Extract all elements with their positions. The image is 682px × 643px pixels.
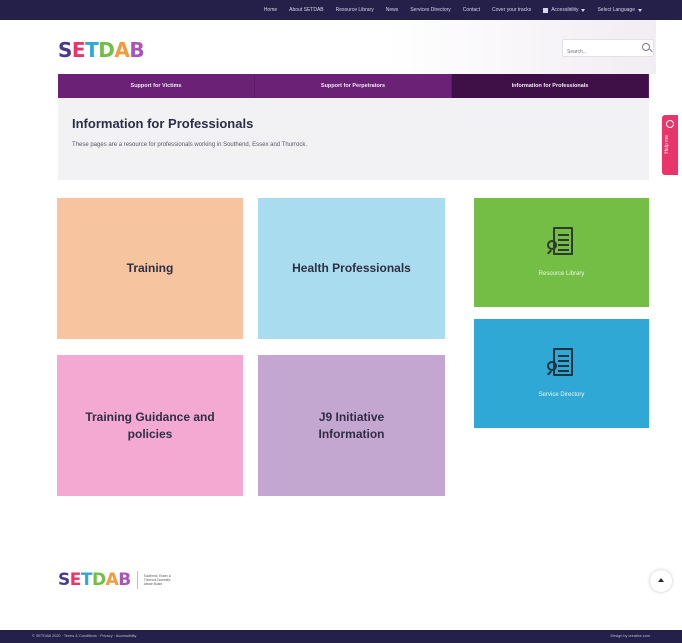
back-to-top-button[interactable] xyxy=(650,570,672,592)
language-select[interactable]: Select Language xyxy=(597,7,642,13)
site-header: SETDAB xyxy=(58,20,656,74)
logo-letter-e: E xyxy=(69,570,82,590)
top-nav: Home About SETDAB Resource Library News … xyxy=(264,0,642,20)
search-input[interactable] xyxy=(563,44,633,60)
training-tile-label: Training xyxy=(126,261,174,276)
top-utility-bar: Home About SETDAB Resource Library News … xyxy=(0,0,682,20)
accessibility-menu[interactable]: Accessibility xyxy=(543,7,586,13)
top-nav-about[interactable]: About SETDAB xyxy=(289,7,323,13)
help-icon xyxy=(666,120,674,128)
logo-letter-d: D xyxy=(91,570,106,590)
copyright-text: © SETDAB 2020 · Terms & Conditions · Pri… xyxy=(32,634,137,638)
tab-support-for-perpetrators[interactable]: Support for Perpetrators xyxy=(255,74,452,98)
training-guidance-tile[interactable]: Training Guidance and policies xyxy=(57,355,243,496)
search-icon[interactable] xyxy=(642,43,650,51)
top-nav-home[interactable]: Home xyxy=(264,7,277,13)
tab-information-for-professionals[interactable]: Information for Professionals xyxy=(452,74,649,98)
logo-letter-a: A xyxy=(105,570,119,590)
page-description: These pages are a resource for professio… xyxy=(72,142,308,148)
health-professionals-tile[interactable]: Health Professionals xyxy=(258,198,445,339)
arrow-up-icon xyxy=(658,578,664,582)
logo-letter-s: S xyxy=(58,38,72,62)
bottom-bar: © SETDAB 2020 · Terms & Conditions · Pri… xyxy=(0,630,682,643)
search-box xyxy=(562,39,654,60)
main-tabs: Support for Victims Support for Perpetra… xyxy=(58,74,649,98)
footer-setdab-logo: SETDAB xyxy=(58,570,131,590)
service-directory-tile[interactable]: Service Directory xyxy=(474,319,649,428)
footer-logo[interactable]: SETDAB Southend, Essex & Thurrock Domest… xyxy=(58,570,174,590)
accessibility-label: Accessibility xyxy=(551,7,579,13)
help-me-tab[interactable]: Help me xyxy=(662,115,678,175)
top-nav-news[interactable]: News xyxy=(386,7,399,13)
design-credit[interactable]: Design by creative.com xyxy=(611,634,650,638)
logo-letter-t: T xyxy=(80,570,93,590)
training-tile[interactable]: Training xyxy=(57,198,243,339)
logo-letter-t: T xyxy=(85,38,99,62)
footer-logo-subtitle: Southend, Essex & Thurrock Domestic Abus… xyxy=(143,573,171,587)
help-me-label: Help me xyxy=(664,135,670,154)
top-nav-services-directory[interactable]: Services Directory xyxy=(410,7,451,13)
j9-initiative-tile[interactable]: J9 Initiative Information xyxy=(258,355,445,496)
chevron-down-icon xyxy=(581,8,586,12)
resource-library-tile-label: Resource Library xyxy=(538,271,585,278)
intro-panel: Information for Professionals These page… xyxy=(58,98,649,180)
top-nav-contact[interactable]: Contact xyxy=(463,7,480,13)
setdab-logo[interactable]: SETDAB xyxy=(58,38,145,62)
page-title: Information for Professionals xyxy=(72,116,254,131)
health-professionals-tile-label: Health Professionals xyxy=(292,261,411,276)
language-label: Select Language xyxy=(597,7,635,13)
top-nav-cover-tracks[interactable]: Cover your tracks xyxy=(492,7,531,13)
footer-logo-divider xyxy=(136,571,138,589)
j9-initiative-tile-label: J9 Initiative Information xyxy=(318,410,385,441)
document-search-icon xyxy=(546,347,577,385)
tab-support-for-victims[interactable]: Support for Victims xyxy=(58,74,255,98)
logo-letter-e: E xyxy=(71,38,86,62)
logo-letter-b: B xyxy=(118,570,131,590)
logo-letter-s: S xyxy=(58,570,70,590)
top-nav-resource-library[interactable]: Resource Library xyxy=(336,7,374,13)
accessibility-icon xyxy=(543,7,549,13)
logo-letter-b: B xyxy=(129,38,145,62)
document-search-icon xyxy=(546,226,577,264)
logo-letter-d: D xyxy=(98,38,115,62)
chevron-down-icon xyxy=(638,8,642,12)
service-directory-tile-label: Service Directory xyxy=(538,392,585,399)
resource-library-tile[interactable]: Resource Library xyxy=(474,198,649,307)
training-guidance-tile-label: Training Guidance and policies xyxy=(85,410,215,441)
logo-letter-a: A xyxy=(114,38,130,62)
